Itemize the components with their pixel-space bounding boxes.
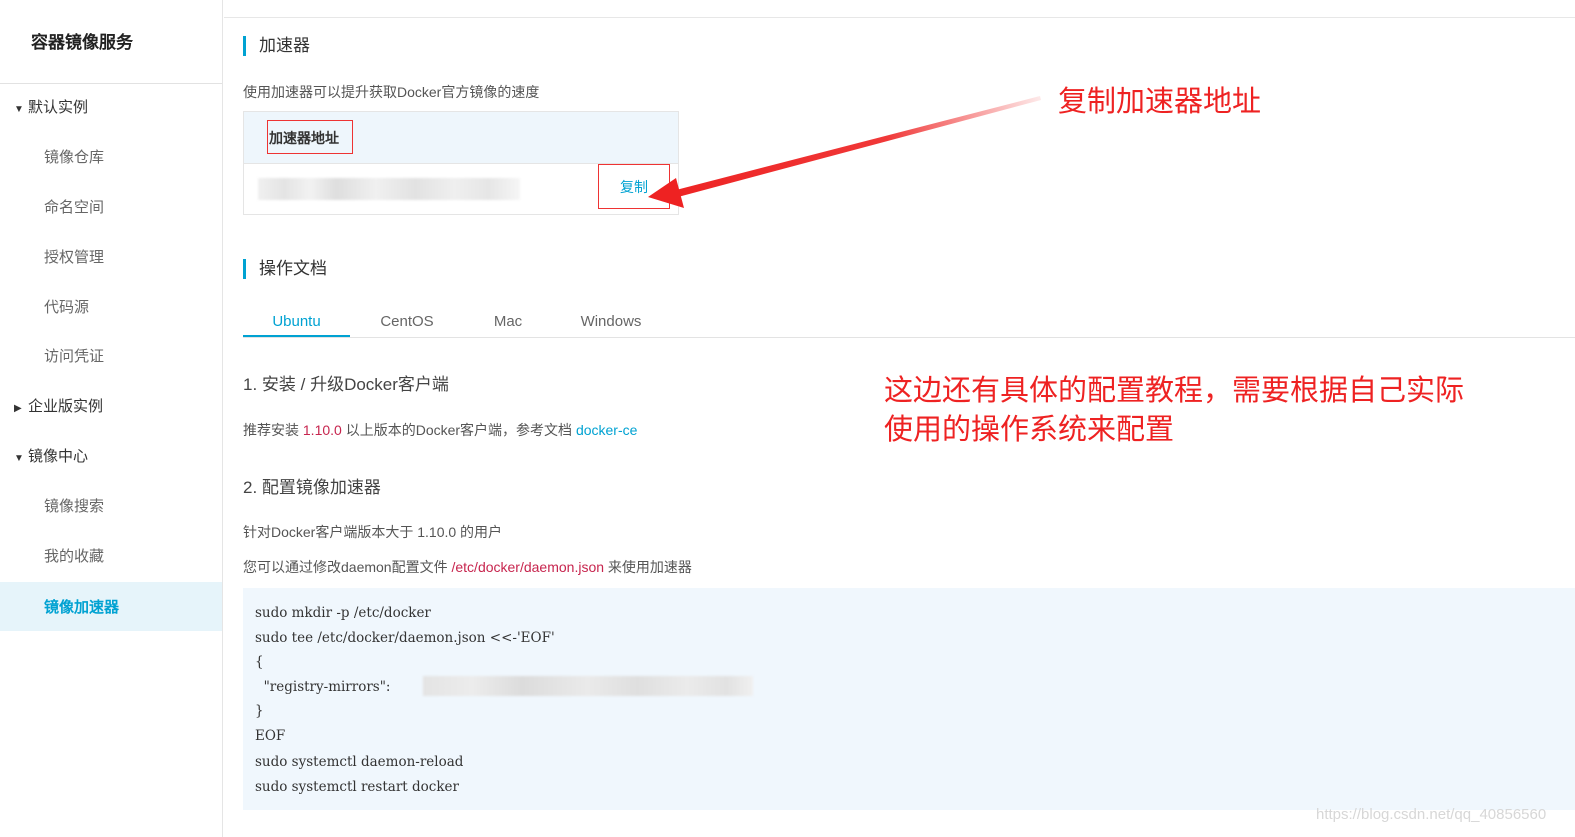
copy-button[interactable]: 复制: [598, 164, 670, 209]
step2-heading: 2. 配置镜像加速器: [243, 478, 381, 497]
sidebar-group-default-instance[interactable]: ▼ 默认实例: [14, 98, 88, 118]
sidebar-group-label: 镜像中心: [28, 448, 89, 465]
annotation-copy-hint: 复制加速器地址: [1058, 86, 1262, 118]
sidebar: 容器镜像服务 ▼ 默认实例 镜像仓库 命名空间 授权管理 代码源 访问凭证 ▶ 企业…: [0, 0, 223, 837]
sidebar-item-label: 镜像加速器: [44, 599, 120, 616]
accelerator-description: 使用加速器可以提升获取Docker官方镜像的速度: [243, 84, 540, 100]
step2-text1: 针对Docker客户端版本大于 1.10.0 的用户: [243, 524, 503, 540]
annotation-arrow-shaft: [676, 96, 1041, 197]
step1-heading: 1. 安装 / 升级Docker客户端: [243, 375, 449, 394]
sidebar-divider: [0, 83, 222, 84]
code-line: sudo systemctl daemon-reload: [255, 754, 464, 770]
accelerator-address-label: 加速器地址: [267, 120, 353, 154]
accelerator-address-header: 加速器地址: [244, 112, 678, 164]
step1-text-a: 推荐安装: [243, 422, 303, 438]
code-line: }: [255, 703, 264, 719]
sidebar-item-image-search[interactable]: 镜像搜索: [44, 497, 104, 517]
code-line: EOF: [255, 728, 286, 744]
sidebar-group-enterprise-instance[interactable]: ▶ 企业版实例: [14, 397, 103, 417]
sidebar-group-label: 企业版实例: [28, 398, 104, 415]
step2-text2-b: 来使用加速器: [604, 559, 692, 575]
watermark: https://blog.csdn.net/qq_40856560: [1316, 806, 1547, 823]
registry-mirror-url-redacted: [423, 676, 753, 696]
code-line: sudo systemctl restart docker: [255, 779, 459, 795]
code-line: "registry-mirrors":: [255, 679, 391, 695]
code-block[interactable]: sudo mkdir -p /etc/docker sudo tee /etc/…: [243, 588, 1575, 810]
sidebar-item-code-source[interactable]: 代码源: [44, 298, 89, 318]
annotation-config-hint-line2: 使用的操作系统来配置: [884, 414, 1175, 446]
section-title-accelerator: 加速器: [243, 36, 310, 56]
caret-down-icon: ▼: [14, 453, 24, 464]
sidebar-item-favorites[interactable]: 我的收藏: [44, 547, 104, 567]
annotation-config-hint: 这边还有具体的配置教程，需要根据自己实际 使用的操作系统来配置: [884, 372, 1524, 450]
tab-ubuntu[interactable]: Ubuntu: [243, 313, 350, 337]
sidebar-item-accelerator[interactable]: 镜像加速器: [0, 582, 222, 631]
step1-text: 推荐安装 1.10.0 以上版本的Docker客户端，参考文档 docker-c…: [243, 420, 637, 440]
tab-centos[interactable]: CentOS: [358, 313, 456, 337]
step1-text-b: 以上版本的Docker客户端，参考文档: [341, 422, 576, 438]
sidebar-group-image-center[interactable]: ▼ 镜像中心: [14, 447, 88, 467]
step2-text2-a: 您可以通过修改daemon配置文件: [243, 559, 452, 575]
accelerator-address-box: 加速器地址 复制: [243, 111, 679, 215]
sidebar-item-repositories[interactable]: 镜像仓库: [44, 148, 104, 168]
top-divider: [224, 17, 1575, 18]
annotation-config-hint-line1: 这边还有具体的配置教程，需要根据自己实际: [884, 375, 1465, 407]
os-tabs: Ubuntu CentOS Mac Windows: [243, 303, 1575, 338]
sidebar-group-label: 默认实例: [28, 99, 89, 116]
sidebar-item-namespaces[interactable]: 命名空间: [44, 198, 104, 218]
section-title-docs: 操作文档: [243, 259, 327, 279]
sidebar-item-credentials[interactable]: 访问凭证: [44, 347, 104, 367]
caret-right-icon: ▶: [14, 403, 22, 414]
code-line: sudo tee /etc/docker/daemon.json <<-'EOF…: [255, 630, 555, 646]
code-line: {: [255, 654, 264, 670]
code-line: sudo mkdir -p /etc/docker: [255, 605, 431, 621]
sidebar-title: 容器镜像服务: [31, 33, 133, 52]
daemon-json-path: /etc/docker/daemon.json: [451, 559, 605, 575]
accelerator-address-value-redacted: [258, 178, 520, 200]
caret-down-icon: ▼: [14, 104, 24, 115]
sidebar-item-authorization[interactable]: 授权管理: [44, 248, 104, 268]
version-highlight: 1.10.0: [302, 422, 342, 438]
docker-ce-link[interactable]: docker-ce: [576, 422, 637, 438]
tab-windows[interactable]: Windows: [565, 313, 657, 337]
tab-mac[interactable]: Mac: [463, 313, 553, 337]
step2-text2: 您可以通过修改daemon配置文件 /etc/docker/daemon.jso…: [243, 557, 692, 577]
